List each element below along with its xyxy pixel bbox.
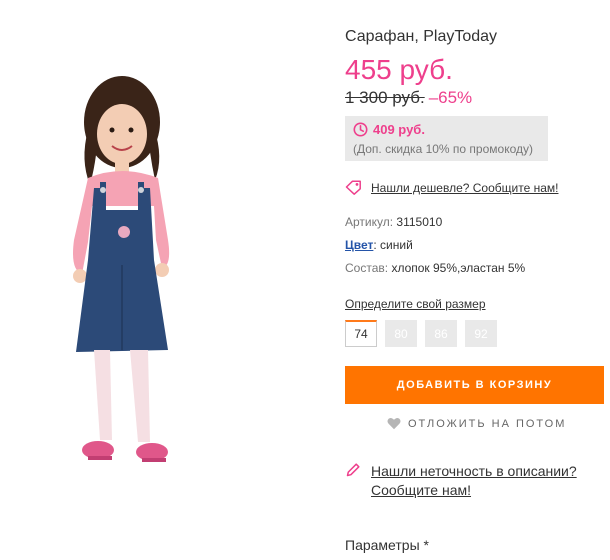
article-value: 3115010 bbox=[396, 215, 443, 229]
found-cheaper-label[interactable]: Нашли дешевле? Сообщите нам! bbox=[371, 181, 558, 195]
pencil-icon bbox=[346, 463, 360, 477]
save-for-later-label[interactable]: ОТЛОЖИТЬ НА ПОТОМ bbox=[408, 418, 566, 430]
save-for-later-button[interactable]: ОТЛОЖИТЬ НА ПОТОМ bbox=[387, 417, 566, 430]
discount-percent: –65% bbox=[428, 88, 473, 107]
product-image[interactable] bbox=[60, 60, 210, 480]
composition-label: Состав: bbox=[345, 261, 389, 275]
old-price-row: 1 300 руб. –65% bbox=[345, 88, 472, 108]
size-selector: 74 80 86 92 bbox=[345, 320, 497, 347]
size-option-74[interactable]: 74 bbox=[345, 320, 377, 347]
product-title: Сарафан, PlayToday bbox=[345, 28, 498, 45]
add-to-cart-button[interactable]: ДОБАВИТЬ В КОРЗИНУ bbox=[345, 366, 604, 404]
composition-row: Состав: хлопок 95%,эластан 5% bbox=[345, 261, 525, 275]
color-row: Цвет: синий bbox=[345, 238, 413, 252]
clock-icon bbox=[353, 122, 368, 136]
color-link[interactable]: Цвет bbox=[345, 238, 373, 252]
size-option-80[interactable]: 80 bbox=[385, 320, 417, 347]
old-price: 1 300 руб. bbox=[345, 88, 425, 107]
parameters-heading: Параметры * bbox=[345, 537, 429, 553]
tag-icon bbox=[345, 180, 361, 195]
promo-box: 409 руб. (Доп. скидка 10% по промокоду) bbox=[345, 116, 548, 161]
size-guide-link[interactable]: Определите свой размер bbox=[345, 297, 486, 311]
composition-value: хлопок 95%,эластан 5% bbox=[391, 261, 526, 275]
girl-in-sarafan-illustration bbox=[73, 76, 170, 462]
report-typo-link[interactable]: Нашли неточность в описании? Сообщите на… bbox=[345, 462, 577, 500]
promo-price: 409 руб. bbox=[373, 121, 425, 137]
current-price: 455 руб. bbox=[345, 54, 453, 85]
promo-note: (Доп. скидка 10% по промокоду) bbox=[353, 142, 533, 156]
report-typo-line2[interactable]: Сообщите нам! bbox=[371, 481, 577, 500]
size-option-92[interactable]: 92 bbox=[465, 320, 497, 347]
color-value: : синий bbox=[373, 238, 413, 252]
heart-icon bbox=[387, 418, 401, 430]
article-label: Артикул: bbox=[345, 215, 394, 229]
found-cheaper-link[interactable]: Нашли дешевле? Сообщите нам! bbox=[345, 180, 558, 195]
report-typo-line1[interactable]: Нашли неточность в описании? bbox=[371, 462, 577, 481]
size-option-86[interactable]: 86 bbox=[425, 320, 457, 347]
article-row: Артикул: 3115010 bbox=[345, 215, 442, 229]
